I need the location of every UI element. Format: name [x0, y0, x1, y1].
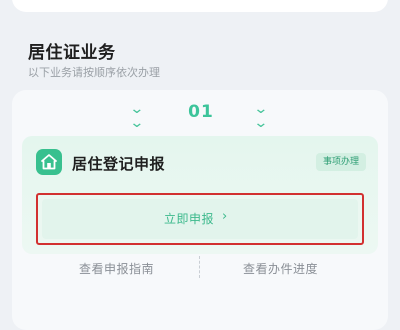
double-chevron-down-icon: ⌄ ⌄	[253, 101, 269, 131]
section-title: 居住证业务	[28, 43, 116, 63]
step-indicator: ⌄ ⌄ 01 ⌄ ⌄	[0, 100, 400, 131]
view-guide-link[interactable]: 查看申报指南	[79, 260, 154, 277]
section-subtitle: 以下业务请按顺序依次办理	[28, 66, 160, 79]
item-type-badge: 事项办理	[316, 153, 366, 171]
chevron-right-icon[interactable]: ›	[222, 209, 227, 224]
link-divider	[199, 256, 200, 278]
step-number: 01	[188, 102, 214, 122]
view-progress-link[interactable]: 查看办件进度	[243, 260, 318, 277]
top-card	[12, 0, 388, 12]
house-icon	[36, 149, 62, 175]
double-chevron-down-icon: ⌄ ⌄	[129, 101, 145, 131]
apply-button-label[interactable]: 立即申报	[164, 210, 214, 227]
item-title: 居住登记申报	[72, 155, 166, 173]
